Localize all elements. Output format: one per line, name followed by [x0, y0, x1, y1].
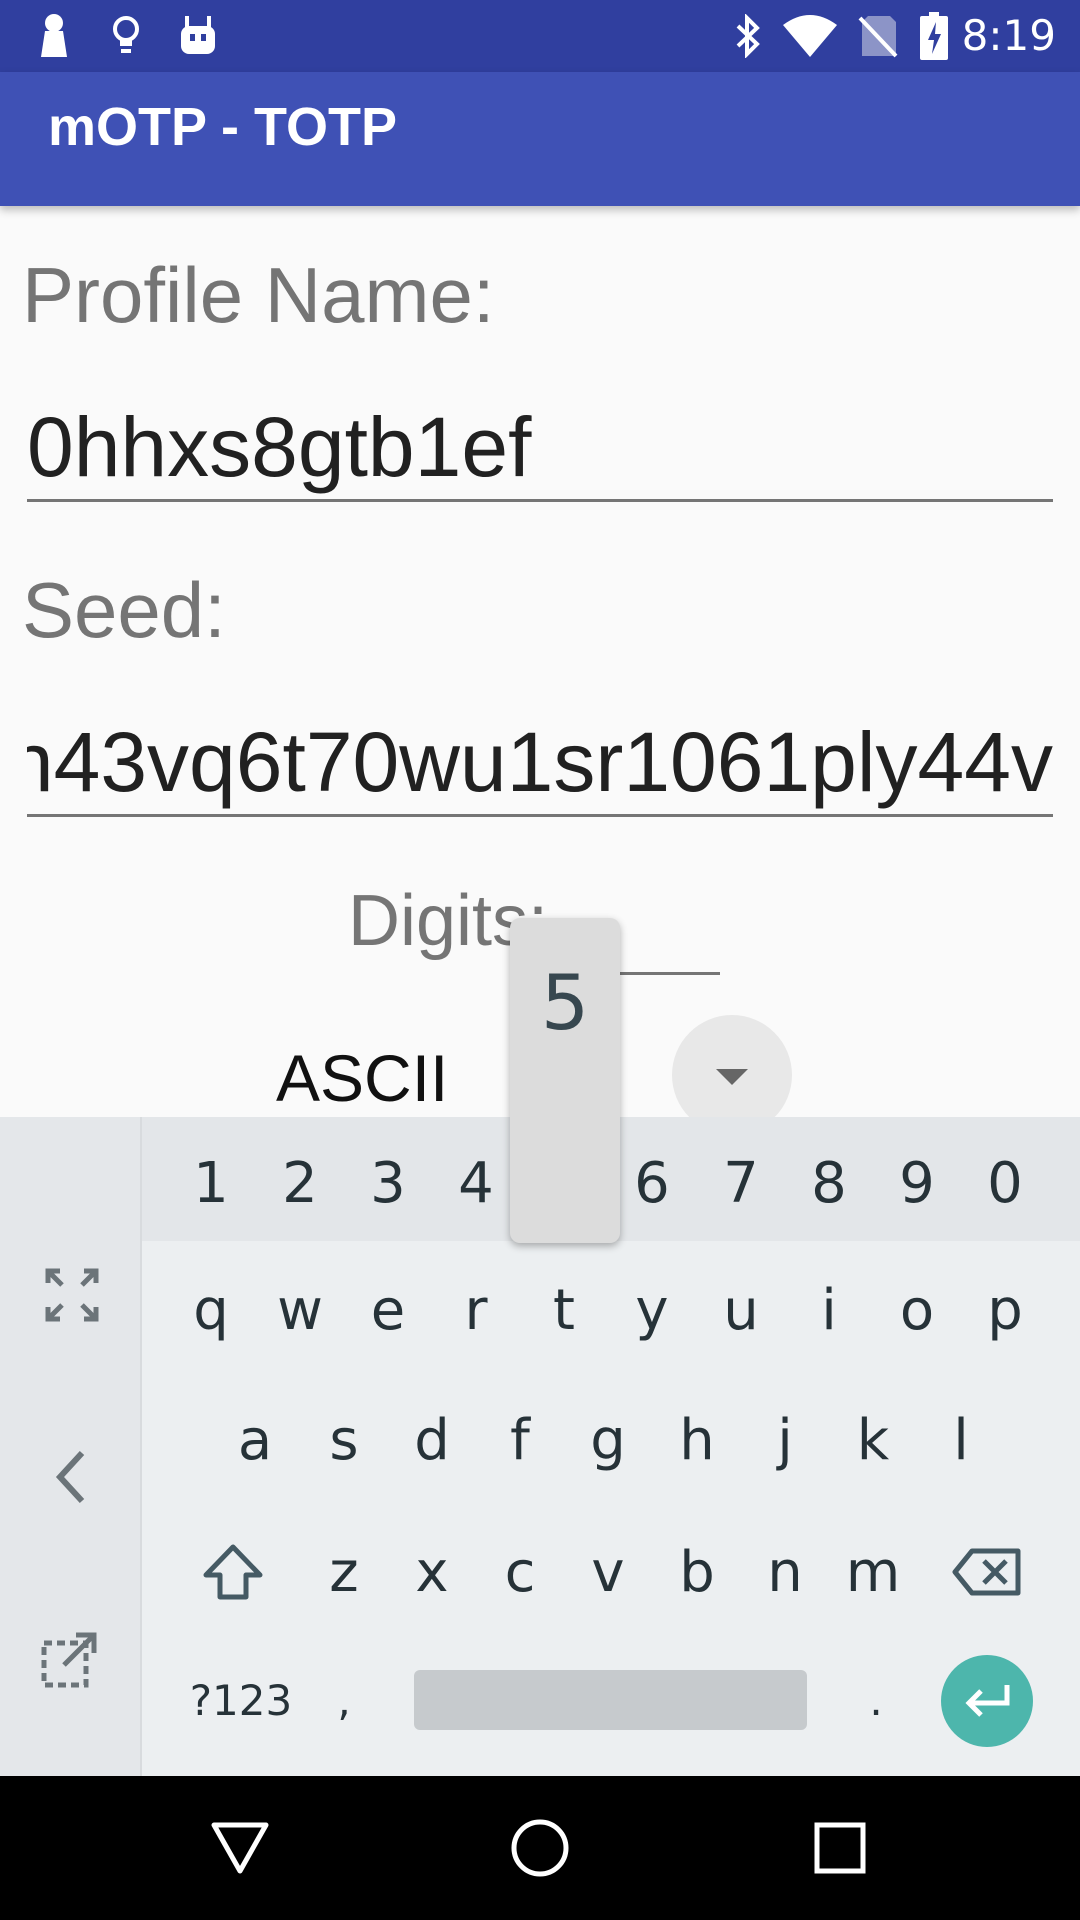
- profile-name-value: 0hhxs8gtb1ef: [27, 400, 532, 494]
- key-h[interactable]: h: [657, 1390, 737, 1490]
- bluetooth-icon: [728, 12, 768, 60]
- shift-icon: [203, 1544, 263, 1600]
- key-o[interactable]: o: [877, 1260, 957, 1360]
- recents-icon[interactable]: [790, 1798, 890, 1898]
- key-l[interactable]: l: [921, 1390, 1001, 1490]
- key-s[interactable]: s: [304, 1390, 384, 1490]
- profile-name-field[interactable]: 0hhxs8gtb1ef: [27, 392, 1053, 502]
- seed-label: Seed:: [22, 566, 226, 654]
- key-7[interactable]: 7: [701, 1133, 781, 1233]
- profile-name-label: Profile Name:: [22, 251, 495, 339]
- keyhole-icon: [36, 12, 72, 60]
- key-w[interactable]: w: [260, 1260, 340, 1360]
- key-f[interactable]: f: [480, 1390, 560, 1490]
- status-bar: 8:19: [0, 0, 1080, 72]
- key-x[interactable]: x: [392, 1522, 472, 1622]
- key-e[interactable]: e: [348, 1260, 428, 1360]
- app-title: mOTP - TOTP: [48, 97, 398, 157]
- key-3[interactable]: 3: [348, 1133, 428, 1233]
- no-sim-icon: [856, 12, 900, 60]
- key-z[interactable]: z: [304, 1522, 384, 1622]
- space-bar[interactable]: [414, 1670, 807, 1730]
- key-g[interactable]: g: [568, 1390, 648, 1490]
- back-icon[interactable]: [190, 1798, 290, 1898]
- period-key[interactable]: .: [836, 1650, 916, 1750]
- key-1[interactable]: 1: [171, 1133, 251, 1233]
- keyboard-side-panel: [0, 1117, 142, 1776]
- floating-keyboard-icon[interactable]: [40, 1627, 102, 1689]
- key-6[interactable]: 6: [612, 1133, 692, 1233]
- key-r[interactable]: r: [436, 1260, 516, 1360]
- key-b[interactable]: b: [657, 1522, 737, 1622]
- backspace-key[interactable]: [945, 1522, 1029, 1622]
- seed-field[interactable]: h43vq6t70wu1sr1061ply44v: [27, 707, 1053, 817]
- encoding-spinner-value[interactable]: ASCII: [276, 1040, 448, 1116]
- status-time: 8:19: [961, 11, 1056, 60]
- digits-field[interactable]: [618, 972, 720, 975]
- key-u[interactable]: u: [701, 1260, 781, 1360]
- fullscreen-icon[interactable]: [44, 1267, 100, 1323]
- enter-key[interactable]: [941, 1655, 1033, 1747]
- key-9[interactable]: 9: [877, 1133, 957, 1233]
- comma-key[interactable]: ,: [304, 1650, 384, 1750]
- dropdown-arrow-icon: [716, 1069, 748, 1085]
- shift-key[interactable]: [193, 1522, 273, 1622]
- key-n[interactable]: n: [745, 1522, 825, 1622]
- key-y[interactable]: y: [612, 1260, 692, 1360]
- key-q[interactable]: q: [171, 1260, 251, 1360]
- enter-arrow-icon: [965, 1685, 1010, 1717]
- key-a[interactable]: a: [215, 1390, 295, 1490]
- key-d[interactable]: d: [392, 1390, 472, 1490]
- android-icon: [178, 12, 218, 60]
- key-k[interactable]: k: [833, 1390, 913, 1490]
- key-2[interactable]: 2: [260, 1133, 340, 1233]
- key-preview-label: 5: [540, 958, 590, 1047]
- key-c[interactable]: c: [480, 1522, 560, 1622]
- wifi-icon: [782, 12, 838, 60]
- back-chevron-icon[interactable]: [50, 1447, 90, 1507]
- key-p[interactable]: p: [965, 1260, 1045, 1360]
- seed-value: h43vq6t70wu1sr1061ply44v: [27, 715, 1053, 809]
- key-4[interactable]: 4: [436, 1133, 516, 1233]
- key-0[interactable]: 0: [965, 1133, 1045, 1233]
- key-i[interactable]: i: [789, 1260, 869, 1360]
- home-icon[interactable]: [490, 1798, 590, 1898]
- backspace-icon: [952, 1548, 1021, 1596]
- key-t[interactable]: t: [524, 1260, 604, 1360]
- key-preview-popup: 5: [510, 918, 620, 1243]
- key-m[interactable]: m: [833, 1522, 913, 1622]
- key-v[interactable]: v: [568, 1522, 648, 1622]
- symbols-key[interactable]: ?123: [186, 1650, 296, 1750]
- app-bar: mOTP - TOTP: [0, 72, 1080, 206]
- key-8[interactable]: 8: [789, 1133, 869, 1233]
- key-j[interactable]: j: [745, 1390, 825, 1490]
- navigation-bar: [0, 1776, 1080, 1920]
- lightbulb-icon: [108, 12, 144, 60]
- battery-charging-icon: [918, 12, 950, 60]
